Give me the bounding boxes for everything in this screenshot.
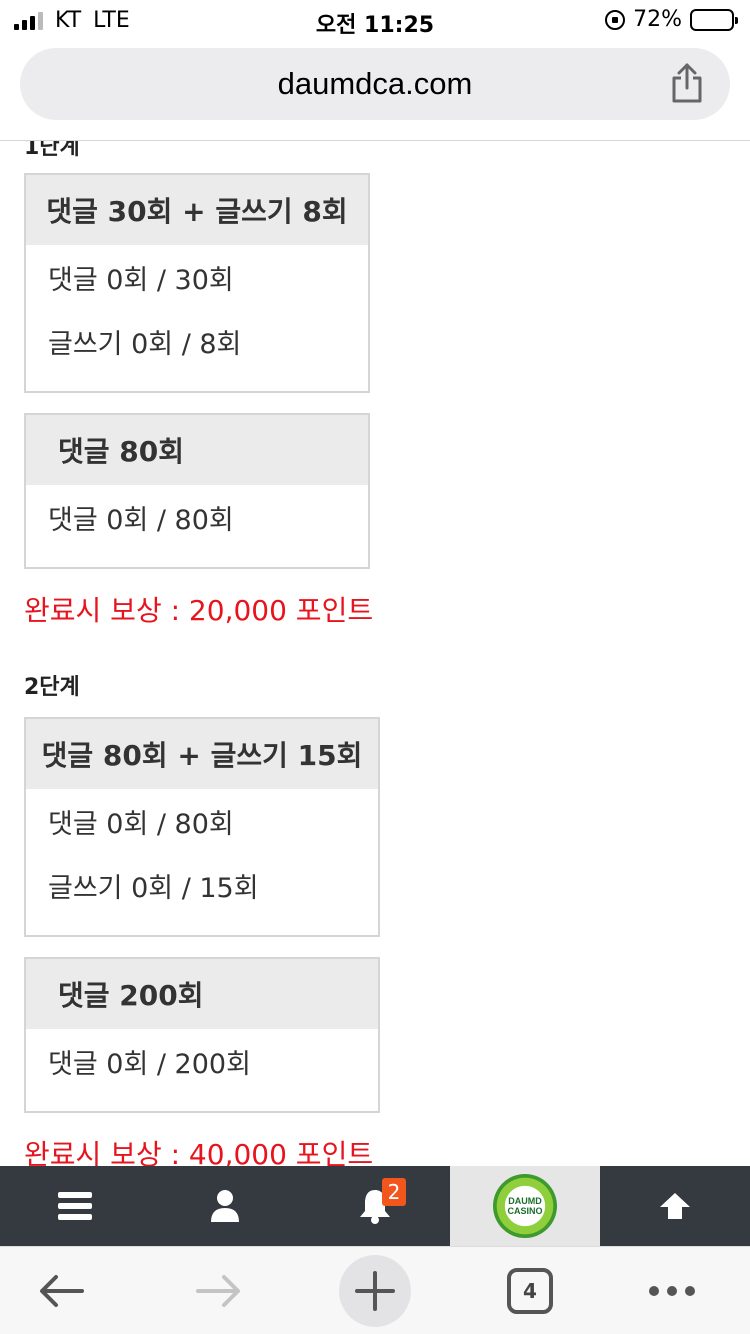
notifications-button[interactable]: 2 — [300, 1166, 450, 1246]
more-dots-icon — [649, 1286, 695, 1296]
notification-badge: 2 — [382, 1178, 406, 1206]
mission-progress: 글쓰기 0회 / 8회 — [48, 329, 242, 360]
mission-box: 댓글 30회 + 글쓰기 8회 댓글 0회 / 30회 글쓰기 0회 / 8회 — [24, 173, 370, 393]
profile-button[interactable] — [150, 1166, 300, 1246]
mission-progress: 댓글 0회 / 200회 — [48, 1049, 251, 1080]
user-icon — [211, 1190, 239, 1222]
logo-text-line1: DAUMD — [508, 1196, 542, 1206]
stage-title: 1단계 — [24, 141, 80, 160]
page-content[interactable]: 1단계 댓글 30회 + 글쓰기 8회 댓글 0회 / 30회 글쓰기 0회 /… — [0, 141, 750, 1166]
back-button[interactable] — [26, 1255, 98, 1327]
arrow-up-icon — [660, 1193, 690, 1219]
logo-text-line2: CASINO — [507, 1206, 543, 1216]
daumd-casino-logo: DAUMD CASINO — [493, 1174, 557, 1238]
url-text[interactable]: daumdca.com — [20, 66, 730, 102]
reward-text: 완료시 보상 : 20,000 포인트 — [24, 594, 374, 627]
battery-icon — [690, 8, 738, 31]
tab-count: 4 — [507, 1268, 553, 1314]
site-bottom-nav: 2 DAUMD CASINO — [0, 1166, 750, 1246]
browser-toolbar: 4 — [0, 1246, 750, 1334]
mission-progress: 댓글 0회 / 30회 — [48, 265, 234, 296]
mission-progress: 댓글 0회 / 80회 — [48, 809, 234, 840]
arrow-left-icon — [40, 1275, 84, 1307]
mission-progress: 글쓰기 0회 / 15회 — [48, 873, 259, 904]
stage-title: 2단계 — [24, 675, 80, 700]
mission-box: 댓글 80회 댓글 0회 / 80회 — [24, 413, 370, 569]
new-tab-circle — [339, 1255, 411, 1327]
mission-box-header: 댓글 200회 — [26, 959, 378, 1029]
address-bar[interactable]: daumdca.com — [20, 48, 730, 120]
scroll-top-button[interactable] — [600, 1166, 750, 1246]
status-bar: KT LTE 오전 11:25 72% — [0, 0, 750, 40]
menu-button[interactable] — [0, 1166, 150, 1246]
orientation-lock-icon — [605, 9, 626, 30]
mission-box-header: 댓글 30회 + 글쓰기 8회 — [26, 175, 368, 245]
mission-box: 댓글 80회 + 글쓰기 15회 댓글 0회 / 80회 글쓰기 0회 / 15… — [24, 717, 380, 937]
plus-icon — [355, 1271, 395, 1311]
battery-percent: 72% — [633, 7, 682, 32]
share-icon[interactable] — [670, 62, 704, 104]
mission-box-header: 댓글 80회 + 글쓰기 15회 — [26, 719, 378, 789]
new-tab-button[interactable] — [339, 1255, 411, 1327]
tabs-button[interactable]: 4 — [494, 1255, 566, 1327]
reward-text: 완료시 보상 : 40,000 포인트 — [24, 1138, 374, 1166]
arrow-right-icon — [196, 1275, 240, 1307]
more-menu-button[interactable] — [636, 1255, 708, 1327]
home-logo-button[interactable]: DAUMD CASINO — [450, 1166, 600, 1246]
status-right: 72% — [605, 7, 738, 32]
forward-button[interactable] — [182, 1255, 254, 1327]
hamburger-icon — [58, 1187, 92, 1225]
mission-progress: 댓글 0회 / 80회 — [48, 505, 234, 536]
mission-box: 댓글 200회 댓글 0회 / 200회 — [24, 957, 380, 1113]
mission-box-header: 댓글 80회 — [26, 415, 368, 485]
